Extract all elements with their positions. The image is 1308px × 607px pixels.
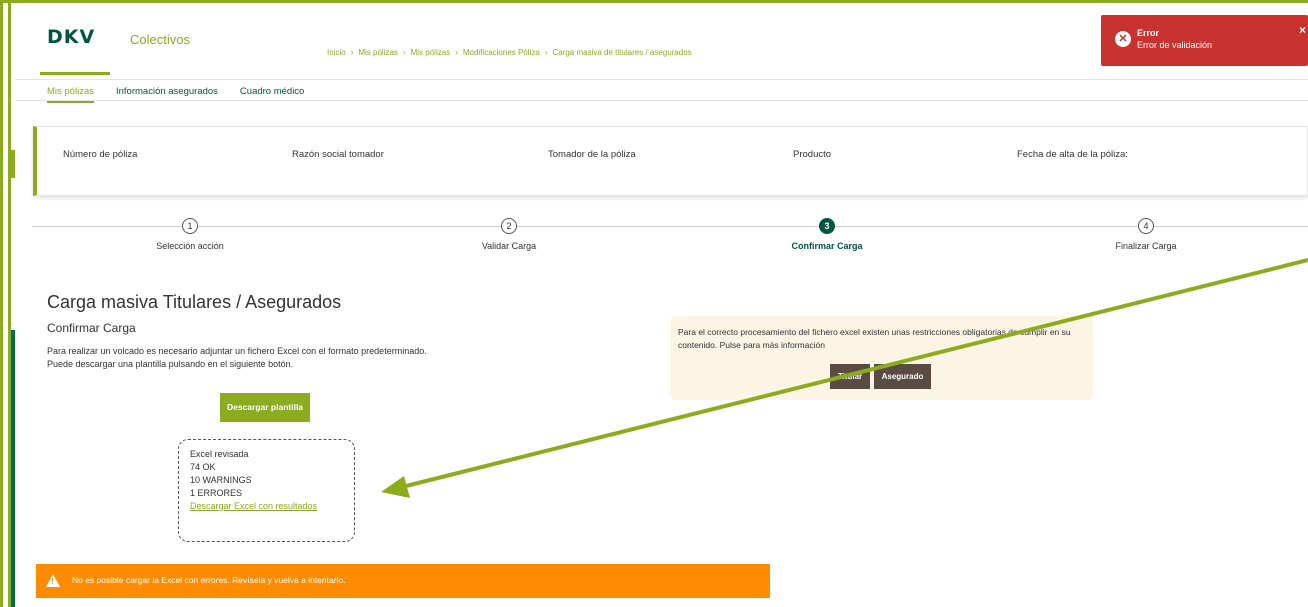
logo-underline [40, 72, 110, 75]
toast-title: Error [1137, 28, 1160, 38]
breadcrumb: Inicio › Mis pólizas › Mis pólizas › Modificac… [327, 48, 692, 57]
close-icon[interactable]: × [1299, 23, 1306, 37]
step-3-label: Confirmar Carga [791, 241, 863, 251]
validation-results-box: Excel revisada 74 OK 10 WARNINGS 1 ERROR… [178, 439, 355, 542]
step-3-circle: 3 [819, 218, 835, 234]
brand-subtitle: Colectivos [130, 32, 190, 47]
breadcrumb-item-modificaciones[interactable]: Modificaciones Póliza [463, 48, 540, 57]
company-name-label: Razón social tomador [292, 149, 384, 160]
error-toast: ✕ Error Error de validación × [1101, 15, 1308, 66]
alert-message: No es posible cargar la Excel con errore… [72, 575, 346, 585]
error-alert-bar: No es posible cargar la Excel con errore… [36, 564, 770, 598]
warning-triangle-icon [46, 574, 60, 587]
restrictions-info-text: Para el correcto procesamiento del fiche… [678, 327, 1071, 350]
step-4-circle: 4 [1138, 218, 1154, 234]
page-title: Carga masiva Titulares / Asegurados [47, 292, 342, 312]
breadcrumb-item-current: Carga masiva de titulares / asegurados [552, 48, 692, 57]
breadcrumb-item-mis-polizas[interactable]: Mis pólizas [358, 48, 398, 57]
toast-message: Error de validación [1137, 40, 1213, 50]
left-accent-marker [11, 150, 15, 178]
step-4-label: Finalizar Carga [1115, 241, 1177, 251]
titular-button[interactable]: Titular [830, 364, 870, 389]
chevron-right-icon: › [544, 48, 548, 57]
chevron-right-icon: › [350, 48, 354, 57]
results-line-reviewed: Excel revisada [190, 449, 249, 459]
policy-number-label: Número de póliza [63, 149, 138, 160]
download-template-button[interactable]: Descargar plantilla [220, 393, 310, 422]
section-title: Confirmar Carga [47, 321, 136, 335]
error-circle-x-icon: ✕ [1115, 31, 1131, 47]
description-line-1: Para realizar un volcado es necesario ad… [47, 346, 427, 356]
policy-date-label: Fecha de alta de la póliza: [1017, 149, 1128, 160]
header-divider [15, 79, 1308, 80]
description-line-2: Puede descargar una plantilla pulsando e… [47, 359, 294, 369]
results-line-warnings: 10 WARNINGS [190, 475, 252, 485]
step-2-circle: 2 [501, 218, 517, 234]
stepper-line [32, 226, 1308, 227]
dkv-logo[interactable]: DKV [47, 26, 95, 48]
policy-info-card: Número de póliza Razón social tomador To… [33, 126, 1308, 196]
step-1-circle: 1 [182, 218, 198, 234]
step-1-label: Selección acción [156, 241, 224, 251]
chevron-right-icon: › [402, 48, 406, 57]
breadcrumb-item-inicio[interactable]: Inicio [327, 48, 346, 57]
results-line-errors: 1 ERRORES [190, 488, 243, 498]
download-results-link[interactable]: Descargar Excel con resultados [190, 501, 317, 511]
chevron-right-icon: › [455, 48, 458, 57]
left-accent-bar-dark [11, 330, 15, 607]
step-2-label: Validar Carga [481, 241, 537, 251]
asegurado-button[interactable]: Asegurado [874, 364, 931, 389]
tabs-divider [15, 100, 1308, 101]
breadcrumb-item-mis-polizas-2[interactable]: Mis pólizas [411, 48, 451, 57]
policy-holder-label: Tomador de la póliza [548, 149, 636, 160]
results-line-ok: 74 OK [190, 462, 216, 472]
product-label: Producto [793, 149, 832, 160]
